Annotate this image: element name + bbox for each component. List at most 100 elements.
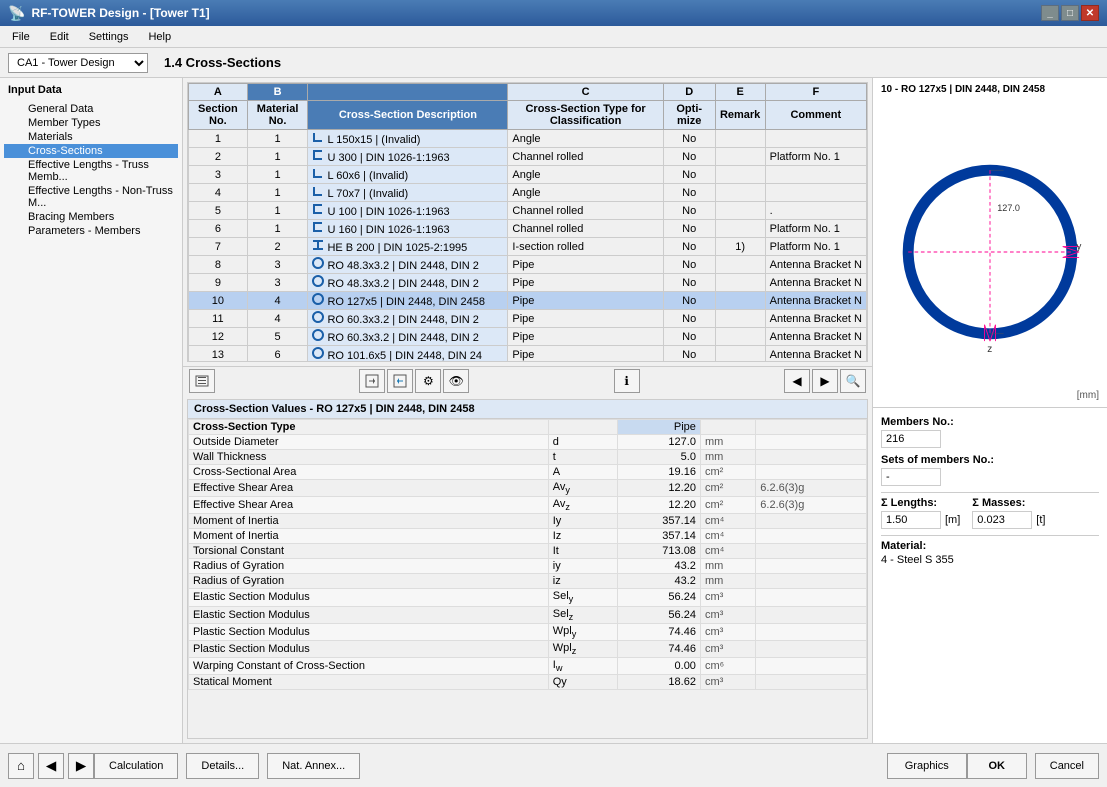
table-row[interactable]: 12 5 RO 60.3x3.2 | DIN 2448, DIN 2 Pipe … — [189, 328, 867, 346]
graphics-button[interactable]: Graphics — [887, 753, 967, 779]
left-content: A B C D E F Sect — [183, 78, 872, 743]
sidebar-item-params-members[interactable]: Parameters - Members — [4, 224, 178, 238]
csv-extra — [756, 640, 867, 657]
csv-sym: Avz — [548, 497, 617, 514]
sidebar-item-general-data[interactable]: General Data — [4, 102, 178, 116]
cell-cs-desc: RO 127x5 | DIN 2448, DIN 2458 — [308, 292, 508, 310]
csv-unit: cm² — [700, 480, 755, 497]
cell-cs-type: Channel rolled — [508, 220, 663, 238]
nat-annex-button[interactable]: Nat. Annex... — [267, 753, 360, 779]
sidebar-item-bracing[interactable]: Bracing Members — [4, 210, 178, 224]
prev-button[interactable]: ◀ — [784, 369, 810, 393]
table-row[interactable]: 8 3 RO 48.3x3.2 | DIN 2448, DIN 2 Pipe N… — [189, 256, 867, 274]
preview-unit: [mm] — [1077, 390, 1099, 401]
cell-section-no: 12 — [189, 328, 248, 346]
table-row[interactable]: 9 3 RO 48.3x3.2 | DIN 2448, DIN 2 Pipe N… — [189, 274, 867, 292]
table-row[interactable]: 5 1 U 100 | DIN 1026-1:1963 Channel roll… — [189, 202, 867, 220]
cell-section-no: 7 — [189, 238, 248, 256]
sidebar-item-materials[interactable]: Materials — [4, 130, 178, 144]
subheader-cs-type: Cross-Section Type for Classification — [508, 101, 663, 130]
content-area: Input Data General Data Member Types Mat… — [0, 78, 1107, 743]
cell-cs-desc: L 150x15 | (Invalid) — [308, 130, 508, 148]
export-button[interactable] — [359, 369, 385, 393]
calculation-button[interactable]: Calculation — [94, 753, 178, 779]
csv-val: 357.14 — [617, 529, 700, 544]
cell-optimize: No — [663, 220, 715, 238]
nav-prev-button[interactable]: ◀ — [38, 753, 64, 779]
add-section-button[interactable] — [189, 369, 215, 393]
col-header-e: E — [715, 84, 765, 101]
csv-sym: It — [548, 544, 617, 559]
cell-optimize: No — [663, 274, 715, 292]
csv-sym: Sely — [548, 589, 617, 606]
table-row[interactable]: 2 1 U 300 | DIN 1026-1:1963 Channel roll… — [189, 148, 867, 166]
cell-section-no: 9 — [189, 274, 248, 292]
csv-unit: mm — [700, 435, 755, 450]
sidebar-item-cross-sections[interactable]: Cross-Sections — [4, 144, 178, 158]
cell-mat-no: 1 — [247, 184, 308, 202]
table-row[interactable]: 13 6 RO 101.6x5 | DIN 2448, DIN 24 Pipe … — [189, 346, 867, 363]
col-header-b-desc — [308, 84, 508, 101]
minimize-button[interactable]: _ — [1041, 5, 1059, 21]
menu-file[interactable]: File — [4, 29, 38, 45]
csv-table-container[interactable]: Cross-Section Type Pipe Outside Diameter… — [188, 419, 867, 738]
table-row[interactable]: 4 1 L 70x7 | (Invalid) Angle No — [189, 184, 867, 202]
csv-extra — [756, 606, 867, 623]
zoom-button[interactable]: 🔍 — [840, 369, 866, 393]
table-row[interactable]: 6 1 U 160 | DIN 1026-1:1963 Channel roll… — [189, 220, 867, 238]
masses-label: Σ Masses: — [972, 497, 1045, 509]
masses-unit: [t] — [1036, 514, 1045, 526]
sidebar-item-eff-lengths-nontruss[interactable]: Effective Lengths - Non-Truss M... — [4, 184, 178, 210]
csv-val: 74.46 — [617, 640, 700, 657]
cell-comment: . — [765, 202, 866, 220]
menu-help[interactable]: Help — [140, 29, 179, 45]
cell-section-no: 3 — [189, 166, 248, 184]
cell-comment: Antenna Bracket N — [765, 292, 866, 310]
cell-cs-type: Pipe — [508, 292, 663, 310]
sidebar-item-member-types[interactable]: Member Types — [4, 116, 178, 130]
table-row[interactable]: 7 2 HE B 200 | DIN 1025-2:1995 I-section… — [189, 238, 867, 256]
cancel-button[interactable]: Cancel — [1035, 753, 1099, 779]
ok-button[interactable]: OK — [967, 753, 1027, 779]
cross-sections-table-container[interactable]: A B C D E F Sect — [187, 82, 868, 362]
csv-unit: cm² — [700, 497, 755, 514]
csv-sym: iz — [548, 574, 617, 589]
cell-remark — [715, 130, 765, 148]
csv-row: Plastic Section Modulus Wply 74.46 cm³ — [189, 623, 867, 640]
cell-cs-type: Pipe — [508, 310, 663, 328]
close-button[interactable]: ✕ — [1081, 5, 1099, 21]
info-button[interactable]: ℹ — [614, 369, 640, 393]
cell-remark — [715, 166, 765, 184]
table-row[interactable]: 10 4 RO 127x5 | DIN 2448, DIN 2458 Pipe … — [189, 292, 867, 310]
table-row[interactable]: 3 1 L 60x6 | (Invalid) Angle No — [189, 166, 867, 184]
settings-button[interactable]: ⚙ — [415, 369, 441, 393]
menu-settings[interactable]: Settings — [81, 29, 137, 45]
members-value: 216 — [881, 430, 941, 448]
csv-prop: Radius of Gyration — [189, 559, 549, 574]
details-button[interactable]: Details... — [186, 753, 259, 779]
csv-row: Moment of Inertia Iz 357.14 cm⁴ — [189, 529, 867, 544]
project-dropdown[interactable]: CA1 - Tower Design — [8, 53, 148, 73]
table-row[interactable]: 11 4 RO 60.3x3.2 | DIN 2448, DIN 2 Pipe … — [189, 310, 867, 328]
maximize-button[interactable]: □ — [1061, 5, 1079, 21]
title-text: RF-TOWER Design - [Tower T1] — [31, 6, 209, 20]
table-toolbar-info: ℹ — [614, 369, 640, 393]
cell-mat-no: 1 — [247, 202, 308, 220]
cell-comment: Platform No. 1 — [765, 220, 866, 238]
import-button[interactable] — [387, 369, 413, 393]
csv-prop: Wall Thickness — [189, 450, 549, 465]
menu-edit[interactable]: Edit — [42, 29, 77, 45]
cell-optimize: No — [663, 184, 715, 202]
view-button[interactable]: 👁 — [443, 369, 469, 393]
table-row[interactable]: 1 1 L 150x15 | (Invalid) Angle No — [189, 130, 867, 148]
csv-unit: cm⁶ — [700, 658, 755, 675]
csv-extra — [756, 589, 867, 606]
next-button[interactable]: ▶ — [812, 369, 838, 393]
cell-cs-desc: U 100 | DIN 1026-1:1963 — [308, 202, 508, 220]
csv-val: 56.24 — [617, 606, 700, 623]
nav-next-button[interactable]: ▶ — [68, 753, 94, 779]
nav-home-button[interactable]: ⌂ — [8, 753, 34, 779]
csv-prop: Moment of Inertia — [189, 529, 549, 544]
subheader-optimize: Opti-mize — [663, 101, 715, 130]
sidebar-item-eff-lengths-truss[interactable]: Effective Lengths - Truss Memb... — [4, 158, 178, 184]
